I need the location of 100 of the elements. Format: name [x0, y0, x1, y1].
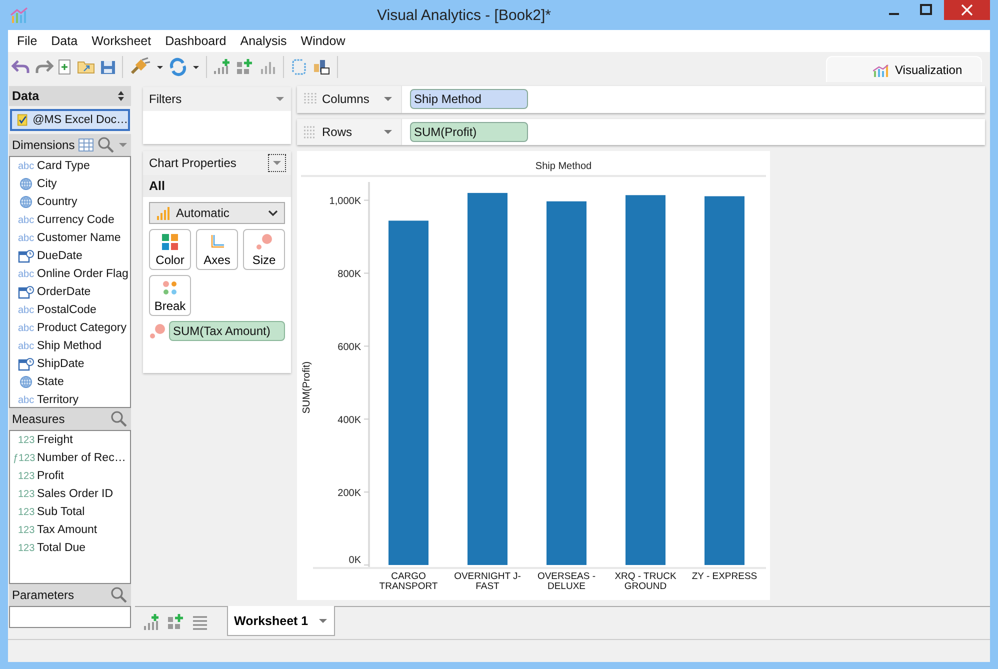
measure-field[interactable]: 123 Sales Order ID: [10, 485, 130, 503]
y-tick-label: 200K: [338, 488, 361, 500]
add-grid-icon[interactable]: [235, 57, 255, 77]
list-icon[interactable]: [191, 613, 209, 631]
shelf-label: Rows: [322, 124, 354, 139]
dimension-field[interactable]: abc Ship Method: [10, 337, 130, 355]
y-axis-label: SUM(Profit): [302, 360, 312, 414]
columns-icon: [303, 92, 317, 106]
circles-icon: [255, 232, 273, 250]
dimension-field[interactable]: abc Product Category: [10, 319, 130, 337]
dimension-field[interactable]: abc PostalCode: [10, 301, 130, 319]
menu-item[interactable]: Dashboard: [165, 34, 226, 48]
chevron-down-icon: [268, 209, 278, 217]
panel-title: Data: [12, 89, 40, 103]
section-title: Measures: [12, 412, 65, 426]
type-label: 123: [18, 542, 34, 554]
rows-icon: [303, 124, 317, 139]
dimension-field[interactable]: abc Customer Name: [10, 229, 130, 247]
field-pill[interactable]: Ship Method: [410, 89, 528, 110]
measure-field[interactable]: 123 Sub Total: [10, 503, 130, 521]
calendar-clock-icon: [18, 357, 34, 371]
search-icon[interactable]: [110, 410, 128, 428]
measure-field[interactable]: ƒ123 Number of Rec…: [10, 449, 130, 467]
plug-icon[interactable]: [128, 57, 152, 77]
measure-field[interactable]: 123 Profit: [10, 467, 130, 485]
globe-icon: [18, 375, 34, 389]
search-icon[interactable]: [96, 136, 115, 154]
menu-item[interactable]: Window: [300, 34, 346, 48]
y-tick-label: 400K: [338, 415, 361, 426]
app-logo-icon: [10, 6, 28, 24]
section-title: Dimensions: [12, 138, 75, 152]
scatter-dots-icon: [161, 278, 179, 296]
type-label: 123: [18, 434, 34, 446]
calendar-clock-icon: [18, 285, 34, 299]
y-tick-label: 0K: [348, 555, 361, 566]
section-title: Parameters: [12, 588, 74, 602]
search-icon[interactable]: [110, 586, 128, 604]
menu-item[interactable]: Worksheet: [92, 34, 152, 48]
y-tick-label: 800K: [338, 269, 361, 280]
add-chart-icon[interactable]: [212, 57, 232, 77]
close-icon[interactable]: [944, 0, 990, 20]
dimension-field[interactable]: ShipDate: [10, 355, 130, 373]
calendar-clock-icon: [18, 249, 34, 263]
x-category-label: ZY - EXPRESS: [690, 570, 758, 584]
mark-type-dropdown[interactable]: Automatic: [149, 202, 285, 224]
field-pill[interactable]: SUM(Profit): [410, 122, 528, 142]
type-label: abc: [18, 160, 34, 172]
dimension-field[interactable]: Country: [10, 193, 130, 211]
table-icon[interactable]: [78, 138, 94, 152]
x-category-label: CARGO TRANSPORT: [378, 570, 439, 592]
add-grid-icon[interactable]: [167, 613, 185, 631]
color-squares-icon: [161, 232, 179, 250]
dimension-field[interactable]: State: [10, 373, 130, 391]
type-label: abc: [18, 394, 34, 406]
type-label: 123: [18, 470, 34, 482]
x-category-label: OVERSEAS - DELUXE: [536, 570, 597, 592]
dimension-field[interactable]: OrderDate: [10, 283, 130, 301]
data-source-item[interactable]: @MS Excel Doc…: [10, 109, 130, 131]
worksheet-tab[interactable]: Worksheet 1: [227, 606, 336, 636]
visualization-icon: [873, 62, 889, 76]
globe-icon: [18, 195, 34, 209]
window-title: Visual Analytics - [Book2]*: [376, 6, 552, 24]
sort-icon[interactable]: [117, 90, 125, 102]
globe-icon: [18, 177, 34, 191]
type-label: 123: [18, 506, 34, 518]
dimension-field[interactable]: abc Card Type: [10, 157, 130, 175]
shelf-label: Columns: [322, 92, 370, 106]
dimension-field[interactable]: City: [10, 175, 130, 193]
dimension-field[interactable]: abc Online Order Flag: [10, 265, 130, 283]
dimension-field[interactable]: DueDate: [10, 247, 130, 265]
type-label: 123: [18, 488, 34, 500]
mark-property-button[interactable]: Axes: [196, 229, 238, 270]
dimension-field[interactable]: abc Currency Code: [10, 211, 130, 229]
card-title: Filters: [149, 92, 182, 106]
checked-document-icon: [17, 113, 28, 127]
x-category-label: XRQ - TRUCK GROUND: [614, 570, 678, 592]
menu-item[interactable]: Analysis: [240, 34, 287, 48]
mark-property-button[interactable]: Color: [149, 229, 191, 270]
bar-chart-icon: [156, 206, 170, 220]
menu-item[interactable]: Data: [51, 34, 78, 48]
menu-item[interactable]: File: [17, 34, 38, 48]
type-label: abc: [18, 340, 34, 352]
marks-tab[interactable]: All: [143, 175, 291, 197]
caret-icon: [318, 616, 328, 624]
measure-field[interactable]: 123 Total Due: [10, 539, 130, 557]
new-file-icon[interactable]: [57, 57, 73, 77]
measure-field[interactable]: 123 Freight: [10, 431, 130, 449]
type-label: abc: [18, 322, 34, 334]
mark-property-button[interactable]: Break: [149, 275, 191, 316]
size-field-pill[interactable]: SUM(Tax Amount): [169, 321, 285, 341]
y-tick-label: 1,000K: [329, 196, 361, 208]
add-chart-icon[interactable]: [143, 613, 161, 631]
dimension-field[interactable]: abc Territory: [10, 391, 130, 409]
measure-field[interactable]: 123 Tax Amount: [10, 521, 130, 539]
type-label: abc: [18, 214, 34, 226]
visualization-tab[interactable]: Visualization: [826, 56, 982, 82]
mark-property-button[interactable]: Size: [243, 229, 285, 270]
card-title: Chart Properties: [149, 156, 236, 170]
chart-title: Ship Method: [301, 161, 766, 177]
type-label: ƒ123: [13, 452, 34, 464]
